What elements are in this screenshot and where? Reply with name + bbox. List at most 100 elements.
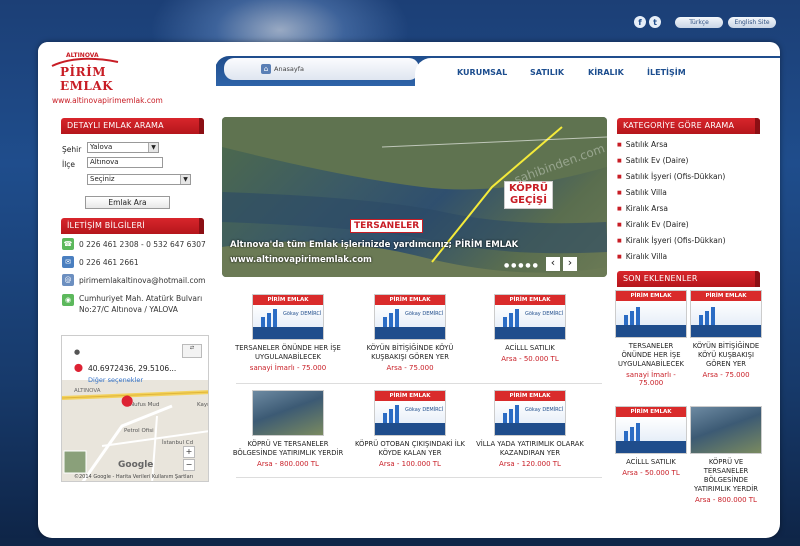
product-title[interactable]: ACİLLL SATILIK xyxy=(470,344,590,353)
map-location-icon: ● xyxy=(74,348,81,356)
site-url[interactable]: www.altinovapirimemlak.com xyxy=(52,96,163,105)
category-item[interactable]: Kiralık Ev (Daire) xyxy=(617,220,689,229)
contact-email[interactable]: pirimemlakaltinova@hotmail.com xyxy=(79,276,205,285)
map-label-altinova: ALTINOVA xyxy=(74,388,101,394)
home-icon[interactable]: ⌂ xyxy=(261,64,271,74)
map-directions-icon[interactable]: ⇄ xyxy=(182,344,202,358)
recent-item[interactable]: PİRİM EMLAK ACİLLL SATILIK Arsa - 50.000… xyxy=(615,406,687,477)
recent-title[interactable]: KÖYÜN BİTİŞİĞİNDE KÖYÜ KUŞBAKIŞI GÖREN Y… xyxy=(690,342,762,369)
bridge-badge-line-1: KÖPRÜ xyxy=(509,183,548,194)
logo-top-text: ALTINOVA xyxy=(66,52,99,59)
product-title[interactable]: TERSANELER ÖNÜNDE HER İŞE UYGULANABİLECE… xyxy=(228,344,348,362)
category-item[interactable]: Satılık İşyeri (Ofis-Dükkan) xyxy=(617,172,726,181)
lang-tr-button[interactable]: Türkçe xyxy=(675,17,723,28)
thumb-brand: PİRİM EMLAK xyxy=(495,295,565,305)
slider-caption-2: www.altinovapirimemlak.com xyxy=(230,255,372,265)
category-item[interactable]: Kiralık Villa xyxy=(617,252,667,261)
slider-prev-button[interactable]: ‹ xyxy=(546,257,560,271)
nav-kiralik[interactable]: KİRALIK xyxy=(588,68,624,77)
product-thumbnail[interactable]: PİRİM EMLAK Gökay DEMİRCİ xyxy=(374,294,446,340)
thumb-brand: PİRİM EMLAK xyxy=(495,391,565,401)
product-title[interactable]: KÖPRÜ VE TERSANELER BÖLGESİNDE YATIRIMLI… xyxy=(228,440,348,458)
twitter-icon[interactable]: t xyxy=(649,16,661,28)
map-label-petrol: Petrol Ofisi xyxy=(124,428,154,434)
recent-title[interactable]: TERSANELER ÖNÜNDE HER İŞE UYGULANABİLECE… xyxy=(615,342,687,369)
map-coords: 40.6972436, 29.5106... xyxy=(88,364,177,373)
nav-satilik[interactable]: SATILIK xyxy=(530,68,564,77)
home-link[interactable]: Anasayfa xyxy=(274,65,304,73)
category-item[interactable]: Kiralık Arsa xyxy=(617,204,668,213)
fax-icon: ✉ xyxy=(62,256,74,268)
product-thumbnail[interactable]: PİRİM EMLAK Gökay DEMİRCİ xyxy=(374,390,446,436)
recent-item[interactable]: KÖPRÜ VE TERSANELER BÖLGESİNDE YATIRIMLI… xyxy=(690,406,762,504)
recent-thumbnail[interactable]: PİRİM EMLAK xyxy=(690,290,762,338)
recent-price: Arsa - 50.000 TL xyxy=(622,469,680,477)
category-item[interactable]: Satılık Villa xyxy=(617,188,667,197)
product-title[interactable]: VİLLA YADA YATIRIMLIK OLARAK KAZANDIRAN … xyxy=(470,440,590,458)
type-select[interactable]: Seçiniz ▼ xyxy=(87,174,191,185)
district-label: İlçe xyxy=(62,160,76,169)
category-item[interactable]: Satılık Ev (Daire) xyxy=(617,156,689,165)
contact-address-1: Cumhuriyet Mah. Atatürk Bulvarı xyxy=(79,294,203,303)
map-pin-icon: ⬤ xyxy=(74,363,83,372)
slider-next-button[interactable]: › xyxy=(563,257,577,271)
product-price: Arsa - 50.000 TL xyxy=(501,355,559,363)
phone-icon: ☎ xyxy=(62,238,74,250)
product-thumbnail[interactable]: PİRİM EMLAK Gökay DEMİRCİ xyxy=(494,294,566,340)
map-more-link[interactable]: Diğer seçenekler xyxy=(88,376,143,384)
district-input[interactable]: Altınova xyxy=(87,157,163,168)
recent-title[interactable]: ACİLLL SATILIK xyxy=(615,458,687,467)
product-title[interactable]: KÖPRÜ OTOBAN ÇIKIŞINDAKİ İLK KÖYDE KALAN… xyxy=(350,440,470,458)
thumb-person: Gökay DEMİRCİ xyxy=(405,311,444,317)
zoom-out-icon[interactable]: − xyxy=(183,459,195,471)
search-button[interactable]: Emlak Ara xyxy=(85,196,170,209)
thumb-brand: PİRİM EMLAK xyxy=(616,407,686,417)
recent-item[interactable]: PİRİM EMLAK KÖYÜN BİTİŞİĞİNDE KÖYÜ KUŞBA… xyxy=(690,290,762,379)
recent-price: Arsa - 800.000 TL xyxy=(695,496,757,504)
product-price: Arsa - 120.000 TL xyxy=(499,460,561,468)
product-thumbnail[interactable] xyxy=(252,390,324,436)
category-item[interactable]: Satılık Arsa xyxy=(617,140,668,149)
city-select[interactable]: Yalova ▼ xyxy=(87,142,159,153)
map-label-kayi: Kayı xyxy=(197,402,209,408)
nav-kurumsal[interactable]: KURUMSAL xyxy=(457,68,507,77)
slider-dots-icon[interactable]: ● ● ● ● ● xyxy=(504,262,538,269)
logo[interactable]: ALTINOVA PİRİM EMLAK xyxy=(48,52,158,93)
hero-slider[interactable]: KÖPRÜ GEÇİŞİ TERSANELER sahibinden.com A… xyxy=(222,117,607,277)
thumb-brand: PİRİM EMLAK xyxy=(375,295,445,305)
recent-thumbnail[interactable]: PİRİM EMLAK xyxy=(615,406,687,454)
product-card[interactable]: PİRİM EMLAK Gökay DEMİRCİ KÖYÜN BİTİŞİĞİ… xyxy=(350,294,470,372)
contact-section-title: İLETİŞİM BİLGİLERİ xyxy=(61,218,204,234)
search-section-title: DETAYLI EMLAK ARAMA xyxy=(61,118,204,134)
facebook-icon[interactable]: f xyxy=(634,16,646,28)
product-price: Arsa - 75.000 xyxy=(386,364,434,372)
product-thumbnail[interactable]: PİRİM EMLAK Gökay DEMİRCİ xyxy=(494,390,566,436)
recent-thumbnail[interactable]: PİRİM EMLAK xyxy=(615,290,687,338)
map-marker-icon: ⬤ xyxy=(121,394,134,407)
product-card[interactable]: PİRİM EMLAK Gökay DEMİRCİ KÖPRÜ OTOBAN Ç… xyxy=(350,390,470,468)
city-label: Şehir xyxy=(62,145,82,154)
product-card[interactable]: KÖPRÜ VE TERSANELER BÖLGESİNDE YATIRIMLI… xyxy=(228,390,348,468)
contact-fax: 0 226 461 2661 xyxy=(79,258,139,267)
recent-title[interactable]: KÖPRÜ VE TERSANELER BÖLGESİNDE YATIRIMLI… xyxy=(690,458,762,494)
category-item[interactable]: Kiralık İşyeri (Ofis-Dükkan) xyxy=(617,236,726,245)
product-price: sanayi İmarlı - 75.000 xyxy=(249,364,327,372)
recent-item[interactable]: PİRİM EMLAK TERSANELER ÖNÜNDE HER İŞE UY… xyxy=(615,290,687,387)
recent-thumbnail[interactable] xyxy=(690,406,762,454)
thumb-person: Gökay DEMİRCİ xyxy=(283,311,322,317)
map-footer: ©2014 Google - Harita Verileri Kullanım … xyxy=(74,474,194,480)
zoom-in-icon[interactable]: + xyxy=(183,446,195,458)
product-card[interactable]: PİRİM EMLAK Gökay DEMİRCİ TERSANELER ÖNÜ… xyxy=(228,294,348,372)
location-icon: ◉ xyxy=(62,294,74,306)
product-card[interactable]: PİRİM EMLAK Gökay DEMİRCİ VİLLA YADA YAT… xyxy=(470,390,590,468)
product-price: Arsa - 800.000 TL xyxy=(257,460,319,468)
product-card[interactable]: PİRİM EMLAK Gökay DEMİRCİ ACİLLL SATILIK… xyxy=(470,294,590,363)
logo-main-text: PİRİM EMLAK xyxy=(60,65,114,93)
map-brand: Google xyxy=(118,460,154,470)
lang-en-button[interactable]: English Site xyxy=(728,17,776,28)
product-title[interactable]: KÖYÜN BİTİŞİĞİNDE KÖYÜ KUŞBAKIŞI GÖREN Y… xyxy=(350,344,470,362)
map[interactable]: ● ⬤ 40.6972436, 29.5106... Diğer seçenek… xyxy=(61,335,209,482)
bridge-badge-line-2: GEÇİŞİ xyxy=(509,195,547,206)
nav-iletisim[interactable]: İLETİŞİM xyxy=(647,68,686,77)
product-thumbnail[interactable]: PİRİM EMLAK Gökay DEMİRCİ xyxy=(252,294,324,340)
